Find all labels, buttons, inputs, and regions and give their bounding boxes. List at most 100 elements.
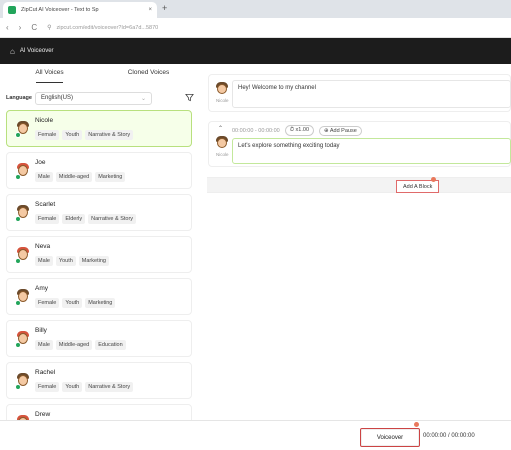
voice-name: Neva xyxy=(35,243,51,250)
voice-tag: Marketing xyxy=(78,256,109,266)
add-pause-button[interactable]: ⊕ Add Pause xyxy=(319,125,362,136)
voice-tag: Female xyxy=(35,214,60,224)
tab-cloned-voices[interactable]: Cloned Voices xyxy=(99,64,198,84)
voice-tags: Male Youth Marketing xyxy=(35,256,109,266)
play-preview-icon[interactable] xyxy=(15,132,21,138)
voice-name: Joe xyxy=(35,159,46,166)
voice-tag: Youth xyxy=(62,130,83,140)
browser-tab[interactable]: ZipCut AI Voiceover - Text to Sp × xyxy=(3,2,157,18)
voice-tags: Female Elderly Narrative & Story xyxy=(35,214,137,224)
voice-avatar[interactable] xyxy=(15,205,31,222)
language-select[interactable]: English(US) ⌄ xyxy=(34,91,152,105)
voice-tag: Female xyxy=(35,130,60,140)
play-preview-icon[interactable] xyxy=(15,174,21,180)
voice-tag: Female xyxy=(35,298,60,308)
voice-name: Amy xyxy=(35,285,48,292)
reload-button[interactable]: C xyxy=(31,23,37,32)
language-value: English(US) xyxy=(40,95,73,101)
voice-tag: Male xyxy=(35,340,53,350)
play-preview-icon[interactable] xyxy=(15,258,21,264)
collapse-icon[interactable]: ⌃ xyxy=(218,125,223,132)
voice-card[interactable]: Scarlet Female Elderly Narrative & Story xyxy=(6,194,192,231)
home-icon[interactable]: ⌂ xyxy=(10,47,15,56)
speaker-avatar[interactable] xyxy=(215,136,229,150)
voice-avatar[interactable] xyxy=(15,163,31,180)
forward-button[interactable]: › xyxy=(19,23,22,32)
play-preview-icon[interactable] xyxy=(15,216,21,222)
site-info-icon[interactable]: ⚲ xyxy=(47,24,51,31)
voice-tags: Male Middle-aged Education xyxy=(35,340,126,350)
voice-tag: Middle-aged xyxy=(55,172,93,182)
voice-tag: Elderly xyxy=(62,214,86,224)
highlight-dot-icon xyxy=(414,422,419,427)
voice-name: Scarlet xyxy=(35,201,56,208)
voice-card[interactable]: Amy Female Youth Marketing xyxy=(6,278,192,315)
voice-tag: Narrative & Story xyxy=(85,130,134,140)
voice-tag: Education xyxy=(95,340,126,350)
speed-value: x1.00 xyxy=(295,127,310,133)
new-tab-button[interactable]: + xyxy=(162,3,167,13)
voice-tag: Marketing xyxy=(85,298,116,308)
voice-avatar[interactable] xyxy=(15,331,31,348)
chevron-down-icon: ⌄ xyxy=(140,95,146,102)
voice-tag: Youth xyxy=(62,382,83,392)
tab-all-voices[interactable]: All Voices xyxy=(0,64,99,84)
voice-tag: Narrative & Story xyxy=(88,214,137,224)
voice-tag: Marketing xyxy=(95,172,126,182)
voice-tag: Narrative & Story xyxy=(85,382,134,392)
filter-icon[interactable] xyxy=(185,93,194,104)
speaker-avatar[interactable] xyxy=(215,82,229,96)
timecode: 00:00:00 / 00:00:00 xyxy=(423,433,475,439)
voice-tag: Middle-aged xyxy=(55,340,93,350)
voice-card[interactable]: Billy Male Middle-aged Education xyxy=(6,320,192,357)
tab-close-icon[interactable]: × xyxy=(148,7,152,13)
zipcut-favicon-icon xyxy=(8,6,16,14)
voice-list: Nicole Female Youth Narrative & Story Joe Mal… xyxy=(0,108,198,420)
app-header: ⌂ AI Voiceover xyxy=(0,38,511,64)
voice-tags: Female Youth Marketing xyxy=(35,298,116,308)
voice-card[interactable]: Drew xyxy=(6,404,192,420)
voice-tag: Youth xyxy=(55,256,76,266)
language-row: Language English(US) ⌄ xyxy=(6,90,194,106)
voice-tag: Male xyxy=(35,172,53,182)
voice-name: Nicole xyxy=(35,117,54,124)
voice-tags: Male Middle-aged Marketing xyxy=(35,172,126,182)
back-button[interactable]: ‹ xyxy=(6,23,9,32)
voice-card[interactable]: Rachel Female Youth Narrative & Story xyxy=(6,362,192,399)
browser-tab-bar: ZipCut AI Voiceover - Text to Sp × + xyxy=(0,0,511,18)
play-preview-icon[interactable] xyxy=(15,342,21,348)
block-time-range: 00:00:00 - 00:00:00 xyxy=(232,127,280,134)
voice-avatar[interactable] xyxy=(15,247,31,264)
voice-tabs: All Voices Cloned Voices xyxy=(0,64,198,84)
voice-name: Drew xyxy=(35,411,51,418)
speed-button[interactable]: ⏱ x1.00 xyxy=(284,125,315,136)
highlight-dot-icon xyxy=(431,177,436,182)
play-preview-icon[interactable] xyxy=(15,384,21,390)
voice-avatar[interactable] xyxy=(15,373,31,390)
add-block-bar: Add A Block xyxy=(207,177,511,193)
voice-tags: Female Youth Narrative & Story xyxy=(35,130,134,140)
browser-tab-title: ZipCut AI Voiceover - Text to Sp xyxy=(21,7,99,13)
block-text-input[interactable]: Let's explore something exciting today xyxy=(232,138,511,164)
voice-avatar[interactable] xyxy=(15,289,31,306)
voice-tag: Youth xyxy=(62,298,83,308)
play-preview-icon[interactable] xyxy=(15,300,21,306)
voiceover-button[interactable]: Voiceover xyxy=(360,428,420,447)
voice-card[interactable]: Joe Male Middle-aged Marketing xyxy=(6,152,192,189)
voice-tags: Female Youth Narrative & Story xyxy=(35,382,134,392)
address-bar: ‹ › C ⚲ zipcut.com/edit/voiceover?Id=6a7… xyxy=(0,18,511,38)
voice-tag: Male xyxy=(35,256,53,266)
voice-card[interactable]: Nicole Female Youth Narrative & Story xyxy=(6,110,192,147)
voice-card[interactable]: Neva Male Youth Marketing xyxy=(6,236,192,273)
block-text-input[interactable]: Hey! Welcome to my channel xyxy=(232,80,511,108)
voice-tag: Female xyxy=(35,382,60,392)
url-field[interactable]: zipcut.com/edit/voiceover?Id=6a7d...5870 xyxy=(57,25,159,31)
app-title: AI Voiceover xyxy=(19,48,54,54)
speaker-name: Nicole xyxy=(216,152,229,157)
footer-bar: Voiceover 00:00:00 / 00:00:00 xyxy=(0,420,511,450)
speaker-name: Nicole xyxy=(216,98,229,103)
language-label: Language xyxy=(6,95,32,101)
script-block: ⌃ 00:00:00 - 00:00:00 ⏱ x1.00 ⊕ Add Paus… xyxy=(208,121,511,167)
voice-avatar[interactable] xyxy=(15,121,31,138)
script-editor: Nicole Hey! Welcome to my channel ⌃ 00:0… xyxy=(207,72,511,412)
